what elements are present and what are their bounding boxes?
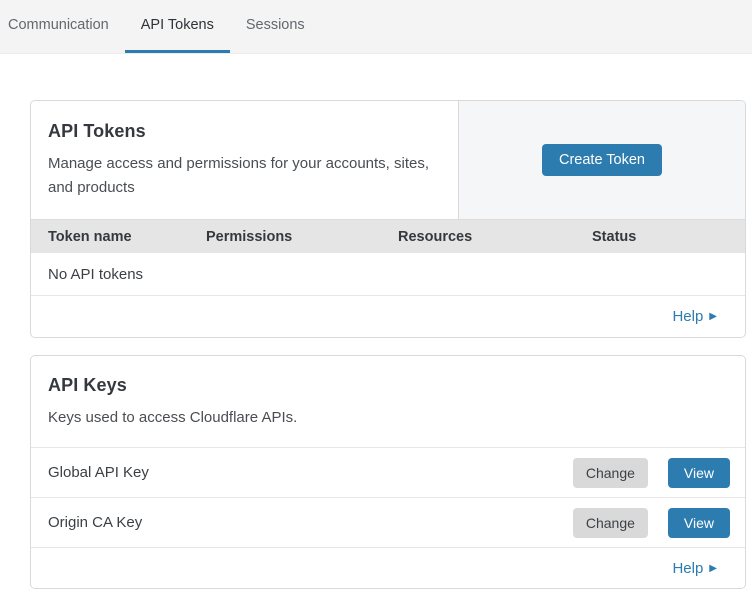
- column-header-status: Status: [592, 229, 745, 245]
- column-header-permissions: Permissions: [206, 229, 398, 245]
- change-global-api-key-button[interactable]: Change: [573, 458, 648, 488]
- tab-sessions[interactable]: Sessions: [230, 0, 321, 53]
- help-arrow-icon: [709, 311, 717, 322]
- api-tokens-card-footer: Help: [31, 295, 745, 337]
- api-keys-help-link[interactable]: Help: [672, 560, 717, 577]
- change-origin-ca-key-button[interactable]: Change: [573, 508, 648, 538]
- api-key-row-global: Global API Key Change View: [31, 448, 745, 498]
- tab-bar: Communication API Tokens Sessions: [0, 0, 752, 54]
- api-keys-description: Keys used to access Cloudflare APIs.: [48, 406, 728, 430]
- api-keys-card-footer: Help: [31, 548, 745, 588]
- api-keys-help-label: Help: [672, 560, 703, 577]
- column-header-token-name: Token name: [48, 229, 206, 245]
- api-key-name: Global API Key: [48, 464, 573, 481]
- api-keys-card-header: API Keys Keys used to access Cloudflare …: [31, 356, 745, 448]
- tab-api-tokens[interactable]: API Tokens: [125, 0, 230, 53]
- api-tokens-title: API Tokens: [48, 121, 430, 142]
- api-tokens-card: API Tokens Manage access and permissions…: [30, 100, 746, 338]
- api-key-name: Origin CA Key: [48, 514, 573, 531]
- api-tokens-card-header: API Tokens Manage access and permissions…: [31, 101, 745, 219]
- tokens-table-header: Token name Permissions Resources Status: [31, 219, 745, 253]
- api-key-row-origin-ca: Origin CA Key Change View: [31, 498, 745, 548]
- tokens-empty-message: No API tokens: [48, 266, 143, 283]
- api-keys-title: API Keys: [48, 375, 728, 396]
- api-keys-card: API Keys Keys used to access Cloudflare …: [30, 355, 746, 589]
- create-token-button[interactable]: Create Token: [542, 144, 662, 176]
- page-content: API Tokens Manage access and permissions…: [0, 54, 752, 589]
- tokens-empty-row: No API tokens: [31, 253, 745, 295]
- tab-communication[interactable]: Communication: [8, 0, 125, 53]
- column-header-resources: Resources: [398, 229, 592, 245]
- help-arrow-icon: [709, 563, 717, 574]
- api-tokens-help-label: Help: [672, 308, 703, 325]
- api-tokens-description: Manage access and permissions for your a…: [48, 152, 430, 200]
- api-tokens-card-header-action: Create Token: [458, 101, 745, 219]
- api-tokens-card-header-text: API Tokens Manage access and permissions…: [31, 101, 458, 219]
- view-global-api-key-button[interactable]: View: [668, 458, 730, 488]
- view-origin-ca-key-button[interactable]: View: [668, 508, 730, 538]
- api-tokens-help-link[interactable]: Help: [672, 308, 717, 325]
